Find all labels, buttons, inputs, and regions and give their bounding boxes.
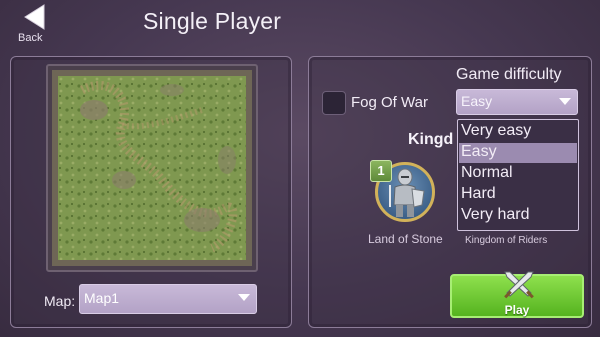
- play-button[interactable]: Play: [450, 271, 584, 318]
- kingdoms-heading: Kingd: [408, 131, 454, 148]
- map-terrain-image: [52, 70, 252, 266]
- difficulty-select-value: Easy: [461, 93, 493, 109]
- back-label: Back: [18, 32, 43, 44]
- top-bar: Back Single Player: [0, 0, 600, 48]
- map-select-value: Map1: [84, 290, 120, 306]
- page-title: Single Player: [143, 8, 282, 34]
- back-arrow-icon: [24, 4, 45, 30]
- difficulty-label: Game difficulty: [456, 66, 562, 83]
- difficulty-option-selected[interactable]: Easy: [459, 143, 577, 163]
- crossed-swords-icon: [504, 271, 534, 299]
- difficulty-option[interactable]: Very easy: [459, 122, 577, 142]
- chevron-down-icon: [238, 294, 250, 301]
- map-label: Map:: [44, 293, 76, 309]
- difficulty-dropdown-list: Very easy Easy Normal Hard Very hard: [457, 119, 579, 231]
- map-preview: [46, 64, 258, 272]
- opponent-kingdom-name: Kingdom of Riders: [465, 235, 548, 246]
- difficulty-option[interactable]: Normal: [459, 164, 577, 184]
- map-select[interactable]: Map1: [79, 284, 257, 314]
- chevron-down-icon: [559, 98, 571, 105]
- play-button-label: Play: [504, 303, 530, 317]
- difficulty-option[interactable]: Hard: [459, 185, 577, 205]
- fog-of-war-checkbox[interactable]: [322, 91, 346, 115]
- player-number-badge: 1: [370, 160, 392, 182]
- player-kingdom-name: Land of Stone: [368, 232, 443, 246]
- fog-of-war-label: Fog Of War: [351, 94, 428, 111]
- difficulty-option[interactable]: Very hard: [459, 206, 577, 226]
- back-button[interactable]: Back: [14, 3, 52, 45]
- difficulty-select[interactable]: Easy: [456, 89, 578, 115]
